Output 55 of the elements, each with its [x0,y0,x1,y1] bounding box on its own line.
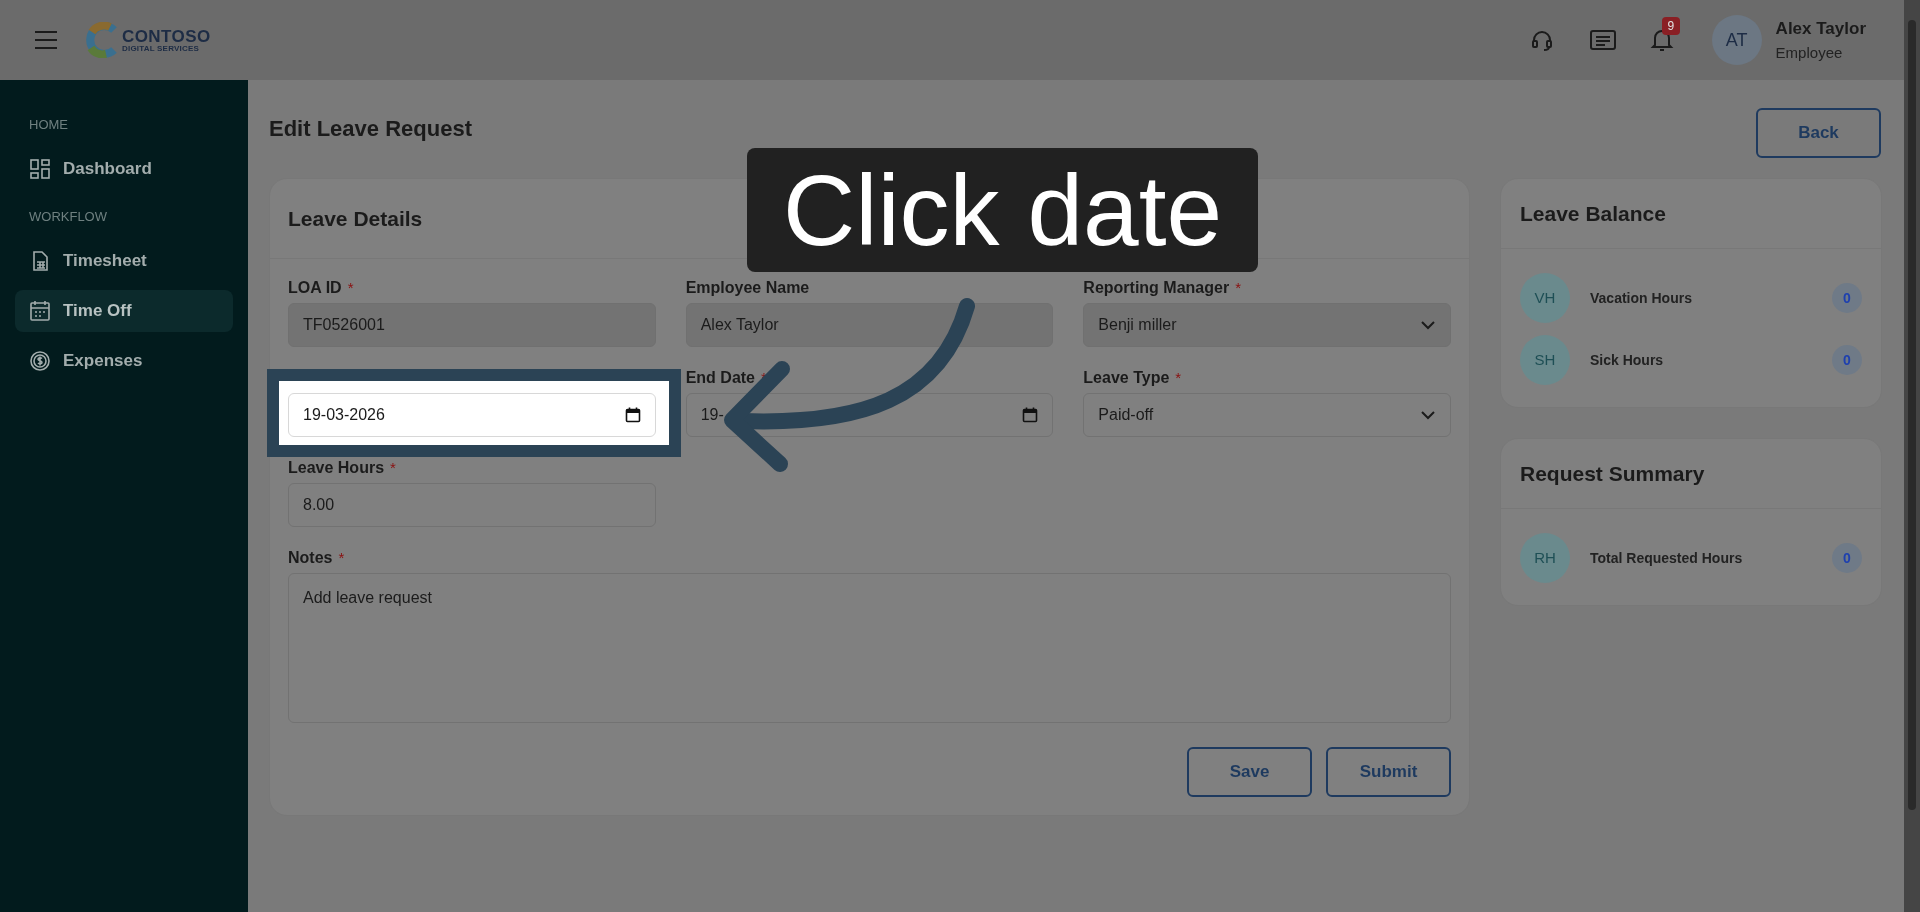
back-button[interactable]: Back [1756,108,1881,158]
chevron-down-icon [1420,410,1436,420]
card-title: Leave Balance [1520,200,1666,227]
field-label: LOA ID [288,278,342,298]
section-heading: HOME [28,116,69,135]
input-field[interactable]: 8.00 [288,483,656,527]
field-label: Reporting Manager [1083,278,1230,298]
field-label: Employee Name [685,278,810,298]
item-label: Total Requested Hours [1590,548,1744,568]
chevron-down-icon [1420,320,1436,330]
form-button[interactable]: Save [1187,747,1312,797]
sidebar-item[interactable]: Dashboard [15,148,233,190]
required-mark: * [1235,277,1241,298]
count-badge: 0 [1832,345,1862,375]
required-mark: * [1175,367,1182,388]
section-heading: WORKFLOW [28,208,108,227]
logo-text: CONTOSO [122,27,211,45]
user-avatar[interactable]: AT [1711,15,1762,65]
initials-avatar: SH [1520,335,1570,385]
logo-tagline: DIGITAL SERVICES [122,44,200,53]
page-title: Edit Leave Request [269,115,472,143]
required-mark: * [390,457,396,478]
item-label: Sick Hours [1590,350,1665,370]
dollar-coin-icon [29,350,51,372]
field-label: Leave Type [1083,368,1170,388]
item-label: Vacation Hours [1590,288,1693,308]
user-role: Employee [1775,42,1844,63]
menu-icon[interactable] [34,30,58,50]
count-badge: 0 [1832,543,1862,573]
notes-field[interactable]: Add leave request [288,573,1451,723]
initials-avatar: RH [1520,533,1570,583]
initials-avatar: VH [1520,273,1570,323]
scrollbar[interactable] [1904,0,1920,912]
required-mark: * [347,277,354,298]
calendar-icon[interactable] [624,407,641,423]
card-title: Request Summary [1520,460,1705,487]
message-icon[interactable] [1589,29,1616,51]
form-button[interactable]: Submit [1326,747,1451,797]
field-label: End Date [685,368,755,388]
sidebar-item[interactable]: Timesheet [15,240,233,282]
field-label: Notes [288,548,333,568]
notification-badge: 9 [1661,17,1681,35]
card-title: Leave Details [288,205,423,232]
dashboard-icon [29,158,51,180]
required-mark: * [338,547,345,568]
select-field[interactable]: Paid-off [1083,393,1451,437]
calendar-icon [29,300,51,322]
tutorial-caption: Click date [747,148,1258,272]
field-label: Leave Hours [288,458,385,478]
user-name: Alex Taylor [1775,18,1866,40]
date-field[interactable]: 19-03-2026 [288,393,656,437]
count-badge: 0 [1832,283,1862,313]
sidebar-item[interactable]: Time Off [15,290,233,332]
headset-icon[interactable] [1529,28,1554,52]
sidebar-item[interactable]: Expenses [15,340,233,382]
